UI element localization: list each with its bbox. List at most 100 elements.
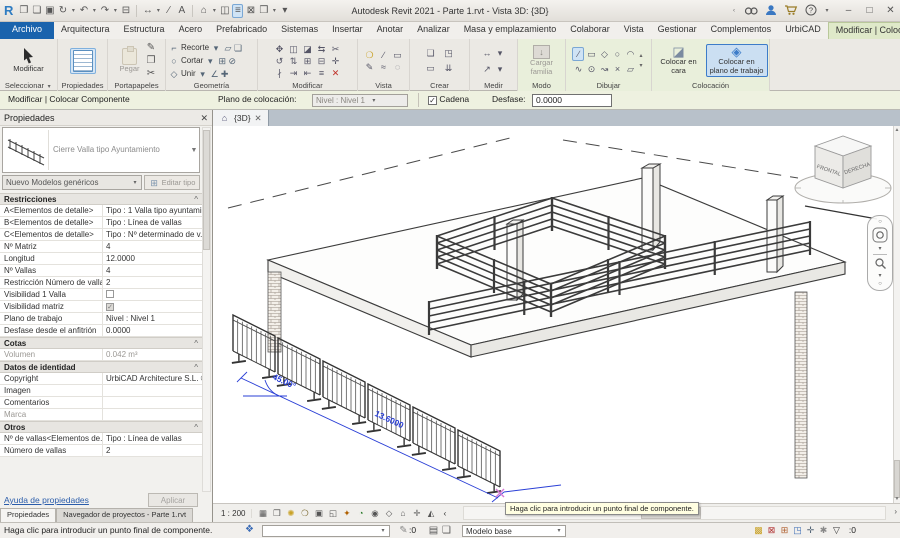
panel-label-propiedades[interactable]: Propiedades xyxy=(58,81,107,91)
design-options-pick-icon[interactable]: ❏ xyxy=(441,525,452,537)
measure-between-icon[interactable]: ↔ xyxy=(481,47,493,59)
editable-only-toggle[interactable]: ✎:0 xyxy=(398,525,416,537)
property-value[interactable]: 2 xyxy=(103,445,202,456)
copy-clipboard-icon[interactable]: ❐ xyxy=(146,55,157,67)
panel-label-seleccionar[interactable]: Seleccionar ▾ xyxy=(0,81,57,91)
select-underlay-icon[interactable]: ⊠ xyxy=(766,524,777,536)
copy-icon[interactable]: ⊞ xyxy=(302,55,314,67)
switch-windows-icon[interactable]: ❒ xyxy=(258,5,269,17)
tab-vista[interactable]: Vista xyxy=(617,22,651,39)
draw-line-icon[interactable]: ∕ xyxy=(572,47,584,61)
design-option-select[interactable]: Modelo base▾ xyxy=(462,525,566,537)
caret-icon[interactable]: ▾ xyxy=(155,5,161,17)
match-icon[interactable]: ≡ xyxy=(316,67,328,79)
drag-on-selection-icon[interactable]: ✛ xyxy=(805,524,816,536)
draw-arc-icon[interactable]: ◠ xyxy=(624,48,636,60)
scale-icon[interactable]: ✂ xyxy=(330,43,342,55)
close-icon[interactable]: ✕ xyxy=(885,5,896,17)
displace-elements-icon[interactable]: ≈ xyxy=(378,61,390,73)
panel-label-crear[interactable]: Crear xyxy=(410,81,469,91)
tab-complementos[interactable]: Complementos xyxy=(704,22,779,39)
tab-analizar[interactable]: Analizar xyxy=(410,22,457,39)
property-section-header[interactable]: Otros^ xyxy=(0,421,202,433)
draw-polygon-icon[interactable]: ◇ xyxy=(598,48,610,60)
caret-icon[interactable]: ▾ xyxy=(271,5,277,17)
property-value[interactable]: Tipo : 1 Valla tipo ayuntami... xyxy=(103,205,202,216)
collapse-section-icon[interactable]: ^ xyxy=(194,195,198,204)
property-value[interactable]: 0.0000 xyxy=(103,325,202,336)
reveal-constraints-icon[interactable]: ✛ xyxy=(410,507,423,519)
visual-style-icon[interactable]: ❒ xyxy=(270,507,283,519)
close-icon[interactable]: ✕ xyxy=(200,110,208,126)
collapse-search-icon[interactable]: ‹ xyxy=(731,5,737,17)
place-on-workplane-button[interactable]: ◈ Colocar en plano de trabajo xyxy=(706,44,768,77)
temporary-dimensions[interactable] xyxy=(237,372,561,502)
dimension-icon[interactable]: ↗ xyxy=(481,63,493,75)
placement-plane-select[interactable]: Nivel : Nivel 1▾ xyxy=(312,94,408,107)
unir-button[interactable]: ◇Unir▾∠✚ xyxy=(169,67,230,80)
move-icon[interactable]: ✥ xyxy=(274,43,286,55)
align-icon[interactable]: ⊟ xyxy=(316,55,328,67)
angle-dimension-text[interactable]: 45.00° xyxy=(271,372,298,392)
navigation-bar[interactable]: ○ ▾ ▾ ○ xyxy=(867,215,893,291)
viewcube[interactable]: FRONTAL DERECHA xyxy=(795,136,891,219)
view-tab-3d[interactable]: ⌂ {3D} ✕ xyxy=(213,110,269,126)
panel-label-colocacion[interactable]: Colocación xyxy=(652,81,769,91)
worksets-icon[interactable]: ❖ xyxy=(244,524,255,536)
account-icon[interactable] xyxy=(765,4,777,18)
property-value[interactable]: 4 xyxy=(103,241,202,252)
draw-rectangle-icon[interactable]: ▭ xyxy=(585,48,597,60)
panel-label-medir[interactable]: Medir xyxy=(470,81,517,91)
recorte-button[interactable]: ⌐Recorte▾▱❏ xyxy=(169,41,243,54)
undo-icon[interactable]: ↶ xyxy=(78,5,89,17)
properties-help-link[interactable]: Ayuda de propiedades xyxy=(4,495,89,505)
revit-logo-icon[interactable]: R xyxy=(4,3,13,18)
element-filter-select[interactable]: Nuevo Modelos genéricos▾ xyxy=(2,175,142,190)
chevron-down-icon[interactable]: ▼ xyxy=(189,147,199,154)
tab-prefabricado[interactable]: Prefabricado xyxy=(209,22,274,39)
tab-acero[interactable]: Acero xyxy=(172,22,210,39)
caret-icon[interactable]: ▾ xyxy=(211,5,217,17)
tab-masa-y-emplazamiento[interactable]: Masa y emplazamiento xyxy=(457,22,564,39)
array-icon[interactable]: ⇆ xyxy=(316,43,328,55)
chevron-down-icon[interactable]: ▾ xyxy=(878,273,881,279)
pick-lines-icon[interactable]: × xyxy=(611,63,623,75)
temp-view-properties-icon[interactable]: ◇ xyxy=(382,507,395,519)
default-3d-view-icon[interactable]: ⌂ xyxy=(198,5,209,17)
place-on-face-button[interactable]: ◪ Colocar en cara xyxy=(654,44,704,77)
tab-arquitectura[interactable]: Arquitectura xyxy=(54,22,117,39)
file-tabs-icon[interactable]: ❐ xyxy=(18,5,29,17)
zoom-icon[interactable] xyxy=(874,257,887,272)
select-links-icon[interactable]: ▩ xyxy=(753,524,764,536)
linework-icon[interactable]: ∕ xyxy=(378,49,390,61)
mirror-axis-icon[interactable]: ◫ xyxy=(288,43,300,55)
properties-scrollbar[interactable] xyxy=(202,127,211,492)
panel-label-modificar[interactable]: Modificar xyxy=(258,81,357,91)
select-by-face-icon[interactable]: ◳ xyxy=(792,524,803,536)
wall-joins-icon[interactable]: ✚ xyxy=(220,68,230,80)
panel-label-vista[interactable]: Vista xyxy=(358,81,409,91)
pick-face-icon[interactable]: ▱ xyxy=(624,63,636,75)
delete-icon[interactable]: ✕ xyxy=(330,67,342,79)
draw-spline-icon[interactable]: ∿ xyxy=(572,63,584,75)
offset-icon[interactable]: ⇅ xyxy=(288,55,300,67)
caret-icon[interactable]: ▾ xyxy=(91,5,97,17)
crop-region-icon[interactable]: ▭ xyxy=(392,49,404,61)
property-value[interactable]: 2 xyxy=(103,277,202,288)
draw-scroll-down-icon[interactable]: ▾ xyxy=(639,62,642,69)
temporary-hide-icon[interactable]: ◔ xyxy=(354,507,367,519)
view-scale-button[interactable]: 1 : 200 xyxy=(213,509,252,518)
checkbox[interactable] xyxy=(106,290,114,298)
search-icon[interactable] xyxy=(744,4,758,18)
property-value[interactable]: 4 xyxy=(103,265,202,276)
drawing-canvas[interactable]: 45.00° 13.6000 FRONTAL DERECHA ○ ▾ xyxy=(213,126,893,503)
detail-level-icon[interactable]: ▦ xyxy=(256,507,269,519)
tab-estructura[interactable]: Estructura xyxy=(117,22,172,39)
save-icon[interactable]: ▣ xyxy=(44,5,55,17)
property-value[interactable]: Tipo : Nº determinado de v... xyxy=(103,229,202,240)
scrollbar-thumb[interactable] xyxy=(203,130,210,250)
create-group-icon[interactable]: ❏ xyxy=(425,47,437,59)
remove-coping-icon[interactable]: ❏ xyxy=(233,42,243,54)
filter-icon[interactable]: ▽ xyxy=(831,524,842,536)
property-section-header[interactable]: Cotas^ xyxy=(0,337,202,349)
